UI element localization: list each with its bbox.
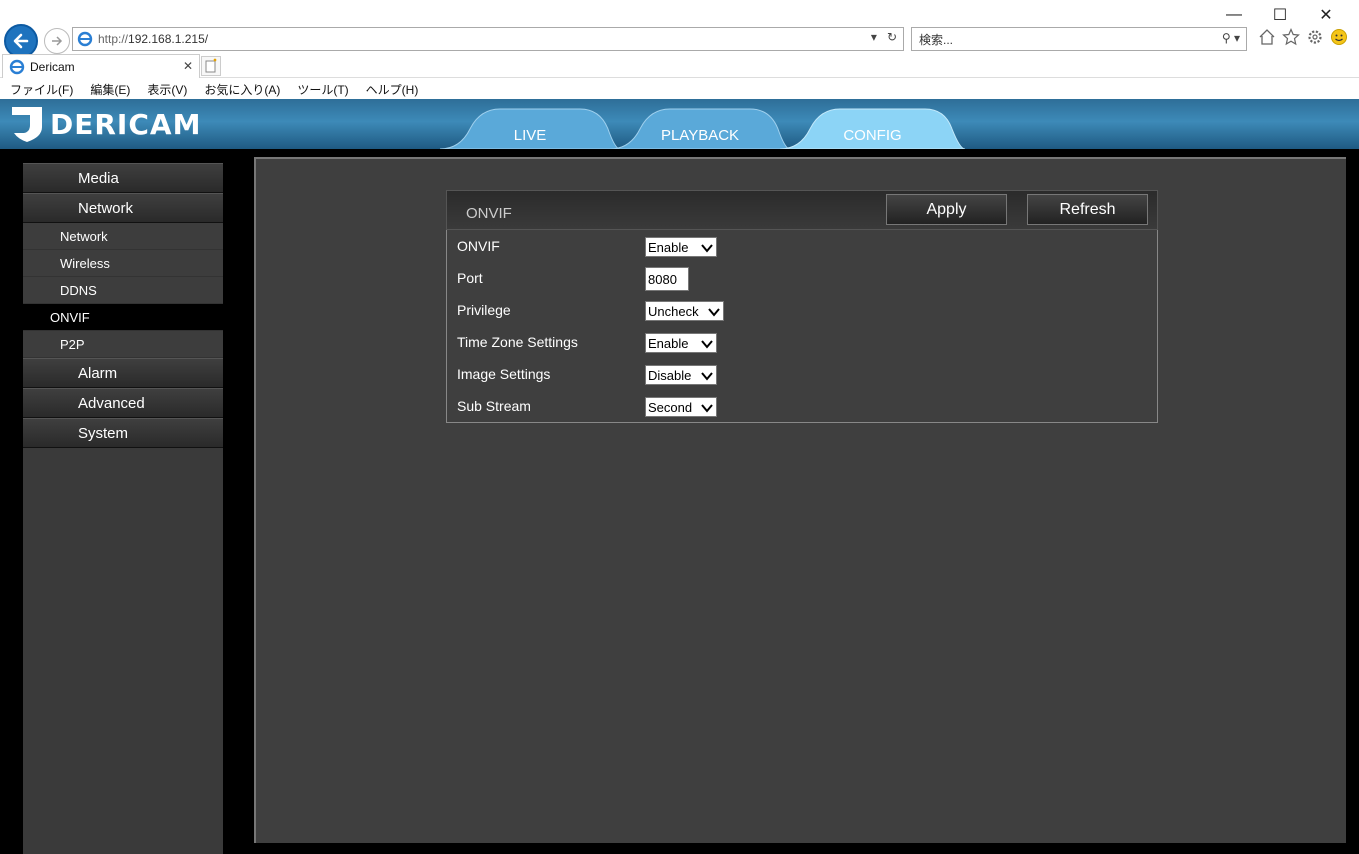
refresh-button[interactable]: Refresh xyxy=(1027,194,1148,225)
field-label: Image Settings xyxy=(457,366,551,382)
arrow-left-icon xyxy=(13,33,29,49)
forward-button[interactable] xyxy=(44,28,70,54)
field-label: ONVIF xyxy=(457,238,500,254)
search-placeholder: 検索... xyxy=(919,32,954,47)
new-tab-button[interactable] xyxy=(201,56,221,76)
url-host: 192.168.1.215/ xyxy=(128,32,209,46)
tab-close-icon[interactable]: ✕ xyxy=(183,59,193,73)
menu-tools[interactable]: ツール(T) xyxy=(297,81,348,98)
ie-tab-icon xyxy=(9,59,25,74)
app-body: Media Network Network Wireless DDNS ONVI… xyxy=(0,149,1359,854)
field-label: Time Zone Settings xyxy=(457,334,578,350)
sidebar-subitem-ddns[interactable]: DDNS xyxy=(23,277,223,304)
menu-file[interactable]: ファイル(F) xyxy=(10,81,73,98)
port-input[interactable]: 8080 xyxy=(645,267,689,291)
tab-strip: Dericam ✕ xyxy=(0,54,1359,78)
gear-icon[interactable] xyxy=(1306,28,1324,46)
field-row-privilege: Privilege Uncheck xyxy=(457,299,1147,323)
browser-menu-bar: ファイル(F) 編集(E) 表示(V) お気に入り(A) ツール(T) ヘルプ(… xyxy=(0,79,1359,99)
ie-icon xyxy=(77,31,93,47)
privilege-select[interactable]: Uncheck xyxy=(645,301,724,321)
search-input[interactable]: 検索... ⚲ ▾ xyxy=(911,27,1247,51)
shield-logo-icon xyxy=(12,107,42,142)
field-row-port: Port 8080 xyxy=(457,267,1147,291)
chevron-down-icon xyxy=(708,308,720,317)
search-icon[interactable]: ⚲ xyxy=(1222,31,1231,45)
chevron-down-icon xyxy=(701,404,713,413)
star-icon[interactable] xyxy=(1282,28,1300,46)
dropdown-icon[interactable]: ▾ xyxy=(871,30,877,44)
menu-favorites[interactable]: お気に入り(A) xyxy=(204,81,280,98)
panel-header: ONVIF Apply Refresh xyxy=(446,190,1158,230)
onvif-select[interactable]: Enable xyxy=(645,237,717,257)
sidebar-subitem-p2p[interactable]: P2P xyxy=(23,331,223,358)
menu-help[interactable]: ヘルプ(H) xyxy=(366,81,419,98)
image-settings-select[interactable]: Disable xyxy=(645,365,717,385)
address-row: http:// 192.168.1.215/ ▾ ↻ 検索... ⚲ ▾ xyxy=(0,24,1359,58)
chevron-down-icon xyxy=(701,244,713,253)
field-row-sub-stream: Sub Stream Second xyxy=(457,395,1147,419)
tab-title: Dericam xyxy=(30,59,75,74)
home-icon[interactable] xyxy=(1258,28,1276,46)
minimize-icon[interactable]: — xyxy=(1211,4,1257,26)
sidebar: Media Network Network Wireless DDNS ONVI… xyxy=(23,163,223,854)
sidebar-subitem-wireless[interactable]: Wireless xyxy=(23,250,223,277)
tab-playback[interactable]: PLAYBACK xyxy=(610,107,790,149)
chevron-down-icon xyxy=(701,372,713,381)
close-icon[interactable]: ✕ xyxy=(1303,4,1349,26)
maximize-icon[interactable]: ☐ xyxy=(1257,4,1303,26)
field-row-timezone: Time Zone Settings Enable xyxy=(457,331,1147,355)
sidebar-item-advanced[interactable]: Advanced xyxy=(23,388,223,418)
field-label: Sub Stream xyxy=(457,398,531,414)
app-header: DERICAM LIVE PLAYBACK CONFIG xyxy=(0,99,1359,149)
panel-title: ONVIF xyxy=(466,205,512,222)
tab-config[interactable]: CONFIG xyxy=(780,107,965,149)
url-protocol: http:// xyxy=(98,32,129,46)
browser-tab[interactable]: Dericam ✕ xyxy=(2,54,200,78)
refresh-icon[interactable]: ↻ xyxy=(887,30,897,44)
smiley-icon[interactable] xyxy=(1330,28,1348,46)
sidebar-item-media[interactable]: Media xyxy=(23,163,223,193)
logo-text: DERICAM xyxy=(50,107,202,141)
sidebar-subitem-network[interactable]: Network xyxy=(23,223,223,250)
sidebar-subitem-onvif[interactable]: ONVIF xyxy=(23,304,223,331)
onvif-panel: ONVIF Apply Refresh ONVIF Enable Port 80… xyxy=(446,190,1158,423)
search-dropdown-icon[interactable]: ▾ xyxy=(1234,31,1240,45)
sub-stream-select[interactable]: Second xyxy=(645,397,717,417)
sidebar-item-alarm[interactable]: Alarm xyxy=(23,358,223,388)
url-bar[interactable]: http:// 192.168.1.215/ ▾ ↻ xyxy=(72,27,904,51)
field-row-onvif: ONVIF Enable xyxy=(457,235,1147,259)
menu-edit[interactable]: 編集(E) xyxy=(90,81,130,98)
content-area: ONVIF Apply Refresh ONVIF Enable Port 80… xyxy=(254,157,1346,843)
apply-button[interactable]: Apply xyxy=(886,194,1007,225)
timezone-select[interactable]: Enable xyxy=(645,333,717,353)
field-row-image-settings: Image Settings Disable xyxy=(457,363,1147,387)
panel-body: ONVIF Enable Port 8080 Privilege Uncheck xyxy=(446,230,1158,423)
field-label: Privilege xyxy=(457,302,511,318)
arrow-right-icon xyxy=(52,36,63,46)
tab-live[interactable]: LIVE xyxy=(440,107,620,149)
sidebar-item-system[interactable]: System xyxy=(23,418,223,448)
logo: DERICAM xyxy=(10,105,201,143)
new-tab-icon xyxy=(205,58,217,73)
chevron-down-icon xyxy=(701,340,713,349)
window-controls: — ☐ ✕ xyxy=(1211,4,1349,26)
menu-view[interactable]: 表示(V) xyxy=(147,81,187,98)
sidebar-item-network[interactable]: Network xyxy=(23,193,223,223)
back-button[interactable] xyxy=(4,24,38,58)
field-label: Port xyxy=(457,270,483,286)
